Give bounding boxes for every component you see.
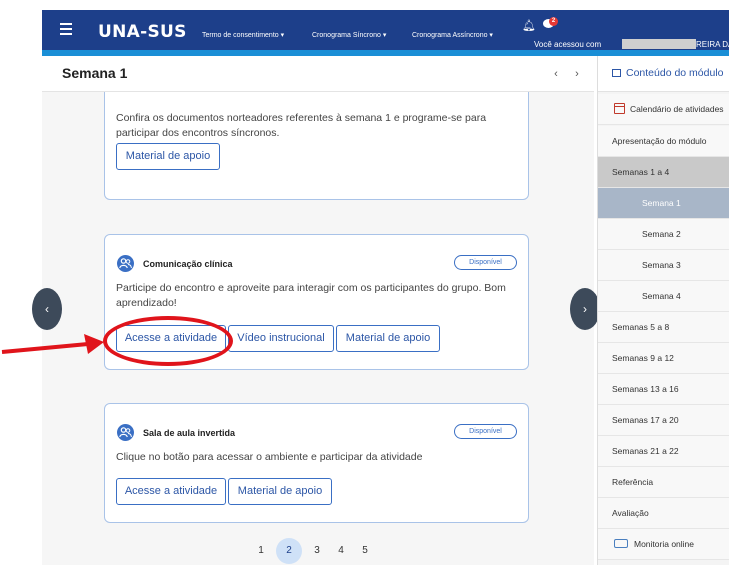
card-description: Confira os documentos norteadores refere…: [116, 112, 487, 139]
next-week-button[interactable]: ›: [569, 66, 585, 82]
sidebar-item-semana-1[interactable]: Semana 1: [598, 188, 729, 219]
status-badge: Disponível: [454, 255, 517, 270]
card-title: Sala de aula invertida: [143, 428, 236, 438]
material-de-apoio-button[interactable]: Material de apoio: [336, 325, 440, 352]
messages-icon[interactable]: 2: [543, 17, 558, 31]
sidebar-item-avaliacao[interactable]: Avaliação: [598, 498, 729, 529]
top-navbar: UNA-SUS Termo de consentimento ▾ Cronogr…: [42, 10, 729, 52]
card-sala-aula-invertida: Sala de aula invertida Disponível Clique…: [104, 403, 529, 523]
material-de-apoio-button[interactable]: Material de apoio: [116, 143, 220, 170]
carousel-prev-button[interactable]: ‹: [32, 288, 62, 330]
page-2-link[interactable]: 2: [276, 538, 302, 564]
page-header: Semana 1 ‹ ›: [42, 56, 594, 92]
sidebar-header: Conteúdo do módulo: [598, 56, 729, 92]
nav-termo-consentimento[interactable]: Termo de consentimento ▾: [202, 31, 284, 39]
message-count-badge: 2: [549, 17, 558, 26]
sidebar-item-referencia[interactable]: Referência: [598, 467, 729, 498]
group-icon: [117, 424, 134, 441]
nav-cronograma-assincrono[interactable]: Cronograma Assíncrono ▾: [412, 31, 493, 39]
module-content-sidebar: Conteúdo do módulo Calendário de ativida…: [597, 56, 729, 565]
status-badge: Disponível: [454, 424, 517, 439]
card-description: Clique no botão para acessar o ambiente …: [116, 451, 423, 463]
nav-cronograma-sincrono[interactable]: Cronograma Síncrono ▾: [312, 31, 386, 39]
sidebar-item-calendario[interactable]: Calendário de atividades: [598, 94, 729, 125]
carousel-next-button[interactable]: ›: [570, 288, 600, 330]
page-1-link[interactable]: 1: [248, 538, 274, 564]
bell-icon[interactable]: 🔔︎: [522, 19, 536, 32]
redacted-username: [622, 39, 696, 49]
sidebar-item-monitoria[interactable]: Monitoria online: [598, 529, 729, 560]
red-ellipse-annotation: [103, 316, 233, 366]
calendar-icon: [614, 103, 625, 114]
sidebar-item-semana-2[interactable]: Semana 2: [598, 219, 729, 250]
previous-week-button[interactable]: ‹: [548, 66, 564, 82]
sidebar-item-apresentacao[interactable]: Apresentação do módulo: [598, 126, 729, 157]
sidebar-item-semanas-1-4[interactable]: Semanas 1 a 4: [598, 157, 729, 188]
user-name-suffix[interactable]: REIRA DA: [696, 40, 729, 49]
red-arrow-annotation: [1, 334, 104, 354]
video-instrucional-button[interactable]: Vídeo instrucional: [228, 325, 334, 352]
site-logo[interactable]: UNA-SUS: [98, 22, 187, 42]
sidebar-item-semanas-13-16[interactable]: Semanas 13 a 16: [598, 374, 729, 405]
card-documents: Confira os documentos norteadores refere…: [104, 92, 529, 200]
sidebar-item-semana-3[interactable]: Semana 3: [598, 250, 729, 281]
page-3-link[interactable]: 3: [304, 538, 330, 564]
card-description: Participe do encontro e aproveite para i…: [116, 282, 506, 309]
pagination: 1 2 3 4 5: [248, 538, 388, 565]
sidebar-item-semanas-9-12[interactable]: Semanas 9 a 12: [598, 343, 729, 374]
sidebar-item-semanas-17-20[interactable]: Semanas 17 a 20: [598, 405, 729, 436]
group-icon: [117, 255, 134, 272]
page-4-link[interactable]: 4: [328, 538, 354, 564]
hamburger-menu-icon[interactable]: [60, 23, 72, 37]
sidebar-title: Conteúdo do módulo: [626, 67, 724, 79]
sidebar-item-semana-4[interactable]: Semana 4: [598, 281, 729, 312]
acesse-atividade-button[interactable]: Acesse a atividade: [116, 478, 226, 505]
monitoring-icon: [614, 539, 628, 548]
access-text: Você acessou com: [534, 40, 602, 49]
card-title: Comunicação clínica: [143, 259, 233, 269]
sidebar-item-semanas-5-8[interactable]: Semanas 5 a 8: [598, 312, 729, 343]
material-de-apoio-button[interactable]: Material de apoio: [228, 478, 332, 505]
page-5-link[interactable]: 5: [352, 538, 378, 564]
sidebar-item-semanas-21-22[interactable]: Semanas 21 a 22: [598, 436, 729, 467]
page-title: Semana 1: [62, 65, 128, 81]
list-icon: [612, 69, 621, 77]
